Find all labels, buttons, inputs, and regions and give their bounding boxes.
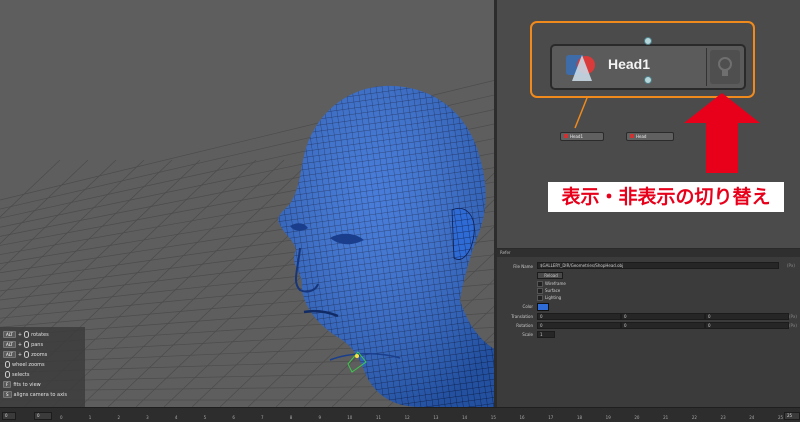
help-pan-line: ALT + pans — [3, 341, 43, 348]
navigation-help-overlay: ALT + rotates ALT + pans ALT + zooms wheel zoo… — [0, 327, 85, 407]
mouse-right-icon — [24, 351, 30, 358]
timeline-tick-label: 5 — [203, 415, 207, 420]
f-key-label: F — [3, 381, 12, 388]
visibility-toggle-caption: 表示・非表示の切り替え — [548, 182, 784, 212]
file-name-field[interactable]: $GALLERY_DIR/Geometries/ShopHead.obj — [537, 262, 779, 269]
timeline-tick-label: 18 — [576, 415, 583, 420]
node-input-port[interactable] — [644, 37, 652, 45]
mouse-wheel-icon — [5, 361, 10, 368]
help-select-line: selects — [3, 371, 29, 378]
translation-label: Translation — [511, 314, 533, 319]
timeline-tick-label: 4 — [174, 415, 178, 420]
lightbulb-icon — [718, 57, 732, 76]
red-arrow-annotation — [684, 93, 760, 173]
timeline-tick-label: 11 — [375, 415, 381, 420]
timeline-tick-label: 17 — [548, 415, 554, 420]
timeline-bar[interactable]: 0 0 0 1 2 3 4 5 6 7 8 9 10 11 12 13 14 15 16 17 18 19 20 21 22… — [0, 407, 800, 422]
rotation-label: Rotation — [516, 323, 533, 328]
timeline-tick-label: 2 — [117, 415, 120, 420]
mouse-left-icon — [24, 331, 30, 338]
timeline-tick-label: 19 — [605, 415, 611, 420]
visibility-toggle-button[interactable] — [710, 50, 740, 84]
timeline-tick-label: 3 — [146, 415, 149, 420]
mini-node-head[interactable]: Head — [626, 132, 674, 141]
timeline-tick-label: 1 — [88, 415, 92, 420]
timeline-tick-label: 13 — [433, 415, 439, 420]
timeline-tick-label: 16 — [519, 415, 525, 420]
timeline-tick-label: 23 — [720, 415, 726, 420]
help-wheel-line: wheel zooms — [3, 361, 45, 368]
help-zoom-line: ALT + zooms — [3, 351, 47, 358]
timeline-current-field[interactable]: 0 — [34, 412, 52, 420]
timeline-tick-label: 21 — [663, 415, 669, 420]
file-name-label: File Name — [513, 264, 533, 269]
surface-checkbox[interactable]: Surface — [537, 288, 560, 294]
timeline-start-field[interactable]: 0 — [2, 412, 16, 420]
help-fit-line: Ffits to view — [3, 381, 41, 388]
timeline-tick-label: 6 — [232, 415, 235, 420]
timeline-tick-label: 15 — [490, 415, 496, 420]
s-key-label: S — [3, 391, 12, 398]
mouse-middle-icon — [24, 341, 30, 348]
timeline-tick-label: 7 — [261, 415, 264, 420]
rotation-y-field[interactable]: 0 — [621, 322, 705, 329]
timeline-tick-label: 8 — [289, 415, 293, 420]
timeline-tick-label: 22 — [691, 415, 697, 420]
color-label: Color — [522, 304, 533, 309]
timeline-tick-label: 24 — [749, 415, 755, 420]
rotation-x-field[interactable]: 0 — [537, 322, 621, 329]
timeline-tick-label: 12 — [404, 415, 410, 420]
translation-z-field[interactable]: 0 — [705, 313, 789, 320]
timeline-tick-label: 0 — [60, 415, 63, 420]
timeline-tick-label: 14 — [462, 415, 468, 420]
timeline-tick-label: 9 — [318, 415, 322, 420]
mini-node-icon — [630, 134, 634, 138]
lighting-checkbox[interactable]: Lighting — [537, 295, 561, 301]
alt-key-label: ALT — [3, 331, 16, 338]
scale-label: Scale — [522, 332, 533, 337]
help-align-line: Saligns camera to axis — [3, 391, 67, 398]
mini-node-head1[interactable]: Head1 — [560, 132, 604, 141]
properties-header: Refer — [497, 249, 800, 257]
mini-node-icon — [564, 134, 568, 138]
color-swatch[interactable] — [537, 303, 549, 311]
rotation-z-field[interactable]: 0 — [705, 322, 789, 329]
wireframe-checkbox[interactable]: Wireframe — [537, 281, 566, 287]
properties-panel: Refer File Name $GALLERY_DIR/Geometries/… — [497, 248, 800, 408]
callout-leader-line — [574, 97, 588, 129]
mouse-click-icon — [5, 371, 10, 378]
node-output-port[interactable] — [644, 76, 652, 84]
translation-x-field[interactable]: 0 — [537, 313, 621, 320]
head-mesh[interactable] — [278, 85, 496, 407]
scale-field[interactable]: 1 — [537, 331, 555, 338]
timeline-tick-label: 25 — [778, 415, 784, 420]
geometry-node-icon — [566, 55, 595, 81]
timeline-tick-label: 20 — [634, 415, 640, 420]
translation-y-field[interactable]: 0 — [621, 313, 705, 320]
help-rotate-line: ALT + rotates — [3, 331, 49, 338]
reload-button[interactable]: Reload — [537, 272, 563, 279]
3d-viewport[interactable]: ALT + rotates ALT + pans ALT + zooms wheel zoo… — [0, 0, 496, 407]
node-label: Head1 — [608, 56, 651, 72]
timeline-tick-label: 10 — [347, 415, 353, 420]
timeline-end-field[interactable]: 25 — [784, 412, 800, 420]
